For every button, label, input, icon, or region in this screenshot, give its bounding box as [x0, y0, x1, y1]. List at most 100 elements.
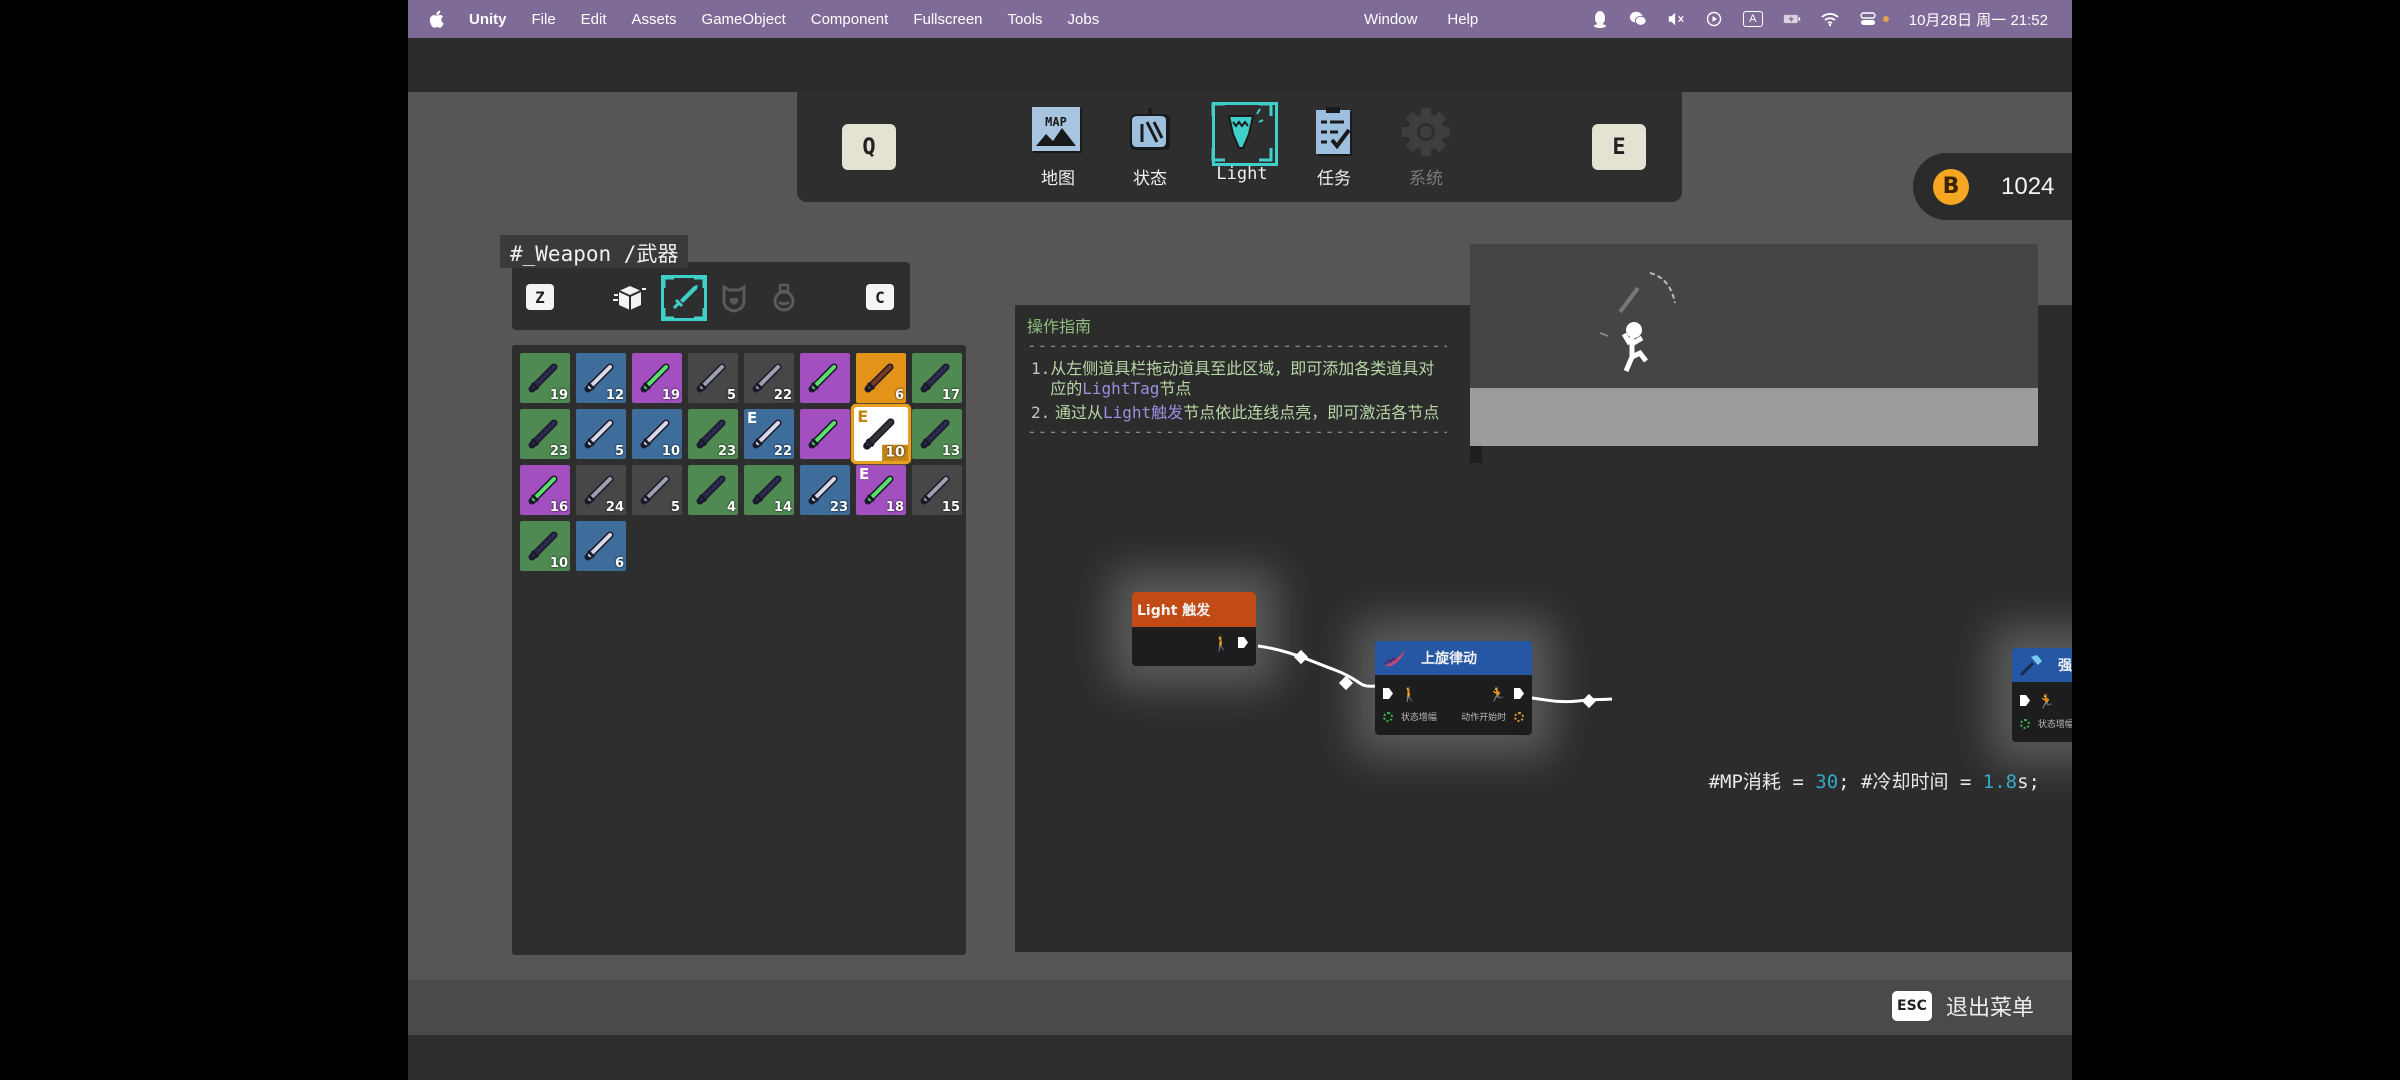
inventory-slot[interactable]: 4 [688, 465, 738, 515]
inventory-slot[interactable]: 16 [520, 465, 570, 515]
inventory-slot[interactable]: E 22 [744, 409, 794, 459]
menu-help[interactable]: Help [1447, 11, 1478, 28]
bottom-strip [408, 1035, 2072, 1080]
apple-icon[interactable] [428, 10, 444, 28]
skill-node[interactable]: 上旋律动 🚶 🏃 状态增幅 动作开始时 [1375, 641, 1532, 735]
recording-dot-icon [1882, 16, 1889, 22]
tab-status[interactable]: 状态 [1115, 106, 1185, 192]
tab-tasks[interactable]: 任务 [1299, 106, 1369, 192]
esc-key-icon: ESC [1892, 991, 1932, 1021]
inventory-slot[interactable]: 5 [576, 409, 626, 459]
inventory-slot[interactable]: 19 [632, 353, 682, 403]
wifi-icon[interactable] [1821, 10, 1839, 28]
node-buff-port[interactable]: 状态增幅 [1383, 709, 1437, 724]
menu-file[interactable]: File [532, 11, 556, 28]
inventory-slot[interactable]: 17 [912, 353, 962, 403]
node-output-port[interactable]: 🏃 [1489, 687, 1524, 703]
node-title: 上旋律动 [1421, 651, 1477, 667]
item-count: 13 [941, 444, 960, 459]
light-trigger-node[interactable]: Light 触发 🚶 [1132, 592, 1256, 666]
inventory-slot[interactable]: 5 [688, 353, 738, 403]
inventory-slot[interactable] [800, 409, 850, 459]
menu-app-name[interactable]: Unity [469, 11, 507, 28]
blood-wing-icon [1381, 646, 1407, 670]
inventory-slot[interactable]: 13 [912, 409, 962, 459]
category-armor[interactable] [712, 276, 756, 320]
input-method-icon[interactable]: A [1742, 11, 1763, 27]
item-count: 15 [941, 500, 960, 515]
inventory-slot[interactable]: 14 [744, 465, 794, 515]
menu-jobs[interactable]: Jobs [1068, 11, 1100, 28]
node-buff-port[interactable]: 状态增幅 [2020, 716, 2072, 731]
next-tab-key-button[interactable]: E [1592, 124, 1646, 170]
skill-node[interactable]: 强袭裂斩 🏃 🏃 状态增幅 动作开始时 [2012, 648, 2072, 742]
inventory-slot[interactable]: 22 [744, 353, 794, 403]
prev-tab-key-button[interactable]: Q [842, 124, 896, 170]
inventory-slot[interactable]: 6 [576, 521, 626, 571]
equipped-badge: E [747, 409, 758, 427]
inventory-slot[interactable]: 23 [520, 409, 570, 459]
control-center-icon[interactable] [1859, 10, 1877, 28]
item-count: 22 [773, 444, 792, 459]
walking-figure-icon: 🚶 [1212, 636, 1231, 652]
tab-map[interactable]: MAP 地图 [1023, 106, 1093, 192]
menu-gameobject[interactable]: GameObject [702, 11, 786, 28]
mute-icon[interactable] [1667, 10, 1685, 28]
node-input-port[interactable]: 🏃 [2020, 694, 2055, 710]
inventory-slot[interactable]: 23 [688, 409, 738, 459]
inventory-slot[interactable]: 6 [856, 353, 906, 403]
inventory-slot[interactable]: 12 [576, 353, 626, 403]
potion-icon [773, 283, 795, 312]
exit-menu-button[interactable]: ESC 退出菜单 [1892, 990, 2034, 1022]
menu-clock[interactable]: 10月28日 周一 21:52 [1909, 9, 2048, 30]
item-count: 10 [549, 556, 568, 571]
menu-edit[interactable]: Edit [581, 11, 607, 28]
staff-icon [584, 419, 614, 449]
tab-light[interactable]: Light [1207, 102, 1278, 192]
menu-assets[interactable]: Assets [632, 11, 677, 28]
menu-window[interactable]: Window [1364, 11, 1417, 28]
task-clipboard-icon [1306, 106, 1362, 158]
node-title: Light 触发 [1132, 592, 1256, 627]
node-output-port[interactable]: 🚶 [1213, 636, 1248, 652]
prev-category-key-button[interactable]: Z [526, 284, 554, 310]
menu-tools[interactable]: Tools [1008, 11, 1043, 28]
item-count: 10 [881, 444, 908, 461]
category-weapon[interactable] [661, 275, 707, 321]
tab-light-label: Light [1216, 164, 1268, 184]
inventory-slot[interactable]: 10 [520, 521, 570, 571]
item-count: 23 [549, 444, 568, 459]
equipped-badge: E [859, 465, 870, 483]
menu-fullscreen[interactable]: Fullscreen [913, 11, 982, 28]
inventory-slot[interactable]: 15 [912, 465, 962, 515]
inventory-slot[interactable] [800, 353, 850, 403]
inventory-slot[interactable]: 24 [576, 465, 626, 515]
menu-component[interactable]: Component [811, 11, 889, 28]
box-icon [613, 286, 646, 310]
inventory-slot[interactable]: 10 [632, 409, 682, 459]
katana-icon [696, 363, 726, 393]
play-circle-icon[interactable] [1705, 10, 1723, 28]
tab-status-label: 状态 [1133, 169, 1167, 189]
category-box[interactable] [608, 276, 652, 320]
battery-icon[interactable] [1783, 10, 1801, 28]
currency-display: B 1024 [1913, 153, 2072, 220]
inventory-slot[interactable]: 5 [632, 465, 682, 515]
wechat-icon[interactable] [1629, 10, 1647, 28]
equipped-badge: E [857, 407, 869, 427]
next-category-key-button[interactable]: C [866, 284, 894, 310]
item-count: 22 [773, 388, 792, 403]
tab-system[interactable]: 系统 [1391, 106, 1461, 192]
map-icon: MAP [1030, 106, 1086, 158]
inventory-slot[interactable]: 23 [800, 465, 850, 515]
category-potion[interactable] [762, 276, 806, 320]
inventory-slot[interactable]: E 18 [856, 465, 906, 515]
item-count: 19 [661, 388, 680, 403]
qq-icon[interactable] [1591, 10, 1609, 28]
inventory-slot[interactable]: 19 [520, 353, 570, 403]
inventory-slot[interactable]: E 10 [850, 403, 912, 465]
node-action-start-port[interactable]: 动作开始时 [1461, 709, 1524, 724]
flame-sword-icon [808, 363, 838, 393]
category-bar: Z C [512, 262, 910, 330]
node-input-port[interactable]: 🚶 [1383, 687, 1418, 703]
